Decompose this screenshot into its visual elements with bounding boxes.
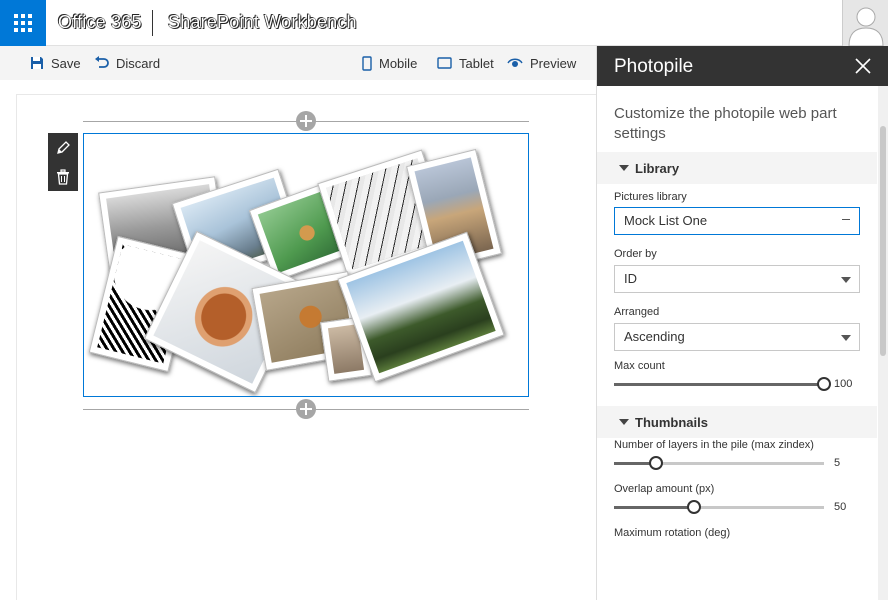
eye-icon [507,58,523,67]
max-count-slider[interactable] [614,377,831,391]
pencil-icon [57,140,70,154]
scrollbar-thumb[interactable] [880,126,886,356]
save-button[interactable]: Save [30,46,81,80]
chevron-down-icon [841,219,851,225]
slider-fill [614,383,824,386]
group-library-header[interactable]: Library [597,152,877,184]
discard-label: Discard [116,55,161,71]
panel-scrollbar[interactable] [878,86,888,600]
group-thumbnails-header[interactable]: Thumbnails [597,406,877,438]
chevron-down-icon [841,277,851,283]
command-bar: Save Discard Mobile Tablet Preview [0,46,596,80]
office-365-title[interactable]: Office 365 [58,12,142,33]
slider-thumb[interactable] [687,500,701,514]
slider-thumb[interactable] [817,377,831,391]
mobile-icon [362,55,372,71]
order-by-dropdown[interactable]: ID [614,265,860,293]
photopile-webpart[interactable] [83,133,529,397]
avatar[interactable] [842,0,888,46]
caret-down-icon [619,165,629,171]
property-pane: Photopile Customize the photopile web pa… [596,46,888,600]
edit-webpart-button[interactable] [48,133,78,162]
overlap-label: Overlap amount (px) [614,483,715,495]
max-rotation-label: Maximum rotation (deg) [614,527,731,539]
layers-value: 5 [834,457,841,469]
trash-icon [57,168,69,185]
layers-slider[interactable] [614,456,824,470]
close-panel-button[interactable] [851,54,875,78]
save-icon [31,57,43,69]
property-pane-header: Photopile [597,46,888,86]
chevron-down-icon [841,335,851,341]
preview-label: Preview [530,55,577,71]
layers-label: Number of layers in the pile (max zindex… [614,439,814,451]
app-launcher-button[interactable] [0,0,46,46]
order-by-value: ID [624,271,637,286]
mobile-button[interactable]: Mobile [362,46,417,80]
preview-button[interactable]: Preview [507,46,576,80]
suite-divider [152,10,153,36]
max-count-label: Max count [614,360,665,372]
webpart-toolbar [48,133,78,191]
arranged-label: Arranged [614,306,660,318]
tablet-icon [437,57,452,69]
tablet-button[interactable]: Tablet [437,46,494,80]
panel-title: Photopile [614,56,694,77]
undo-icon [95,56,109,68]
panel-description: Customize the photopile web part setting… [614,105,837,142]
slider-thumb[interactable] [649,456,663,470]
add-webpart-top-button[interactable] [296,111,316,131]
tablet-label: Tablet [459,55,494,71]
max-count-value: 100 [834,378,853,390]
slider-fill [614,506,694,509]
user-icon [843,0,888,46]
arranged-value: Ascending [624,329,685,344]
caret-down-icon [619,419,629,425]
overlap-slider[interactable] [614,500,824,514]
add-webpart-bottom-button[interactable] [296,399,316,419]
pictures-library-label: Pictures library [614,191,687,203]
mobile-label: Mobile [379,55,418,71]
delete-webpart-button[interactable] [48,162,78,191]
waffle-icon [14,14,32,32]
pictures-library-dropdown[interactable]: Mock List One [614,207,860,235]
close-icon [855,58,871,74]
app-title[interactable]: SharePoint Workbench [168,12,357,33]
suite-bar: Office 365 SharePoint Workbench [0,0,888,46]
group-library-label: Library [635,160,680,176]
arranged-dropdown[interactable]: Ascending [614,323,860,351]
overlap-value: 50 [834,501,847,513]
group-thumbnails-label: Thumbnails [635,414,708,430]
order-by-label: Order by [614,248,657,260]
save-label: Save [51,55,81,71]
discard-button[interactable]: Discard [94,46,160,80]
pictures-library-value: Mock List One [624,213,708,228]
